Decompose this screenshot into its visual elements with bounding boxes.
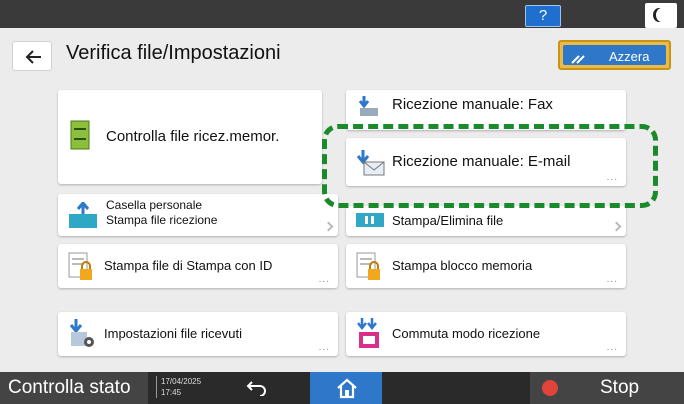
expand-indicator [611,221,622,232]
stop-icon [542,380,558,396]
tile-stampa-blocco[interactable]: Stampa blocco memoria ... [346,244,626,288]
tile-label: Stampa file di Stampa con ID [104,258,273,273]
time-label: 17:45 [161,388,182,397]
status-check-button[interactable]: Controlla stato [0,372,148,404]
home-icon [337,378,357,399]
tile-label: Ricezione manuale: Fax [392,96,553,113]
header: Verifica file/Impostazioni Azzera [0,28,684,80]
highlight-frame [322,124,658,208]
question-icon: ? [538,7,548,24]
undo-button[interactable] [232,372,282,404]
inbox-upload-icon [69,202,97,228]
tile-label: Impostazioni file ricevuti [104,326,242,341]
moon-icon [656,8,668,22]
tile-label: Commuta modo ricezione [392,326,541,341]
stop-button[interactable]: Stop [530,372,684,404]
locked-document-icon [356,252,380,280]
locked-document-icon [68,252,92,280]
expand-indicator [323,221,334,232]
switch-receive-mode-icon [357,318,379,348]
print-delete-icon [356,213,384,227]
bottom-bar: Controlla stato 17/04/2025 17:45 Stop [0,372,684,404]
tile-controlla-file[interactable]: Controlla file ricez.memor. [58,90,322,184]
page-title: Verifica file/Impostazioni [66,42,281,64]
tile-label: Controlla file ricez.memor. [106,128,280,145]
help-button[interactable]: ? [525,5,561,27]
reset-label: Azzera [609,49,650,64]
received-settings-icon [69,319,94,347]
tile-stampa-id[interactable]: Stampa file di Stampa con ID ... [58,244,338,288]
home-button[interactable] [310,372,382,404]
more-indicator: ... [606,342,618,353]
more-indicator: ... [318,274,330,285]
more-indicator: ... [606,274,618,285]
arrow-left-icon [25,50,41,64]
tile-stampa-elimina[interactable]: Stampa/Elimina file [346,206,626,236]
fax-download-icon [358,96,378,116]
tile-commuta-modo[interactable]: Commuta modo ricezione ... [346,312,626,356]
tile-label: Stampa/Elimina file [392,213,504,228]
tile-label-line2: Stampa file ricezione [106,213,218,227]
back-button[interactable] [12,41,52,71]
reset-button[interactable]: Azzera [558,40,671,70]
tile-label-line1: Casella personale [106,198,203,212]
tile-label: Stampa blocco memoria [392,258,533,273]
date-label: 17/04/2025 [161,377,202,386]
theme-toggle-button[interactable] [645,3,677,28]
clear-icon [571,55,585,64]
memory-file-icon [70,120,90,150]
datetime: 17/04/2025 17:45 [156,376,201,398]
tile-casella-personale[interactable]: Casella personale Stampa file ricezione [58,194,338,236]
tile-impostazioni-ricevuti[interactable]: Impostazioni file ricevuti ... [58,312,338,356]
stop-label: Stop [600,377,640,398]
top-bar: ? [0,0,684,28]
main-panel: Verifica file/Impostazioni Azzera Contro… [0,28,684,372]
undo-icon [246,381,266,396]
more-indicator: ... [318,342,330,353]
